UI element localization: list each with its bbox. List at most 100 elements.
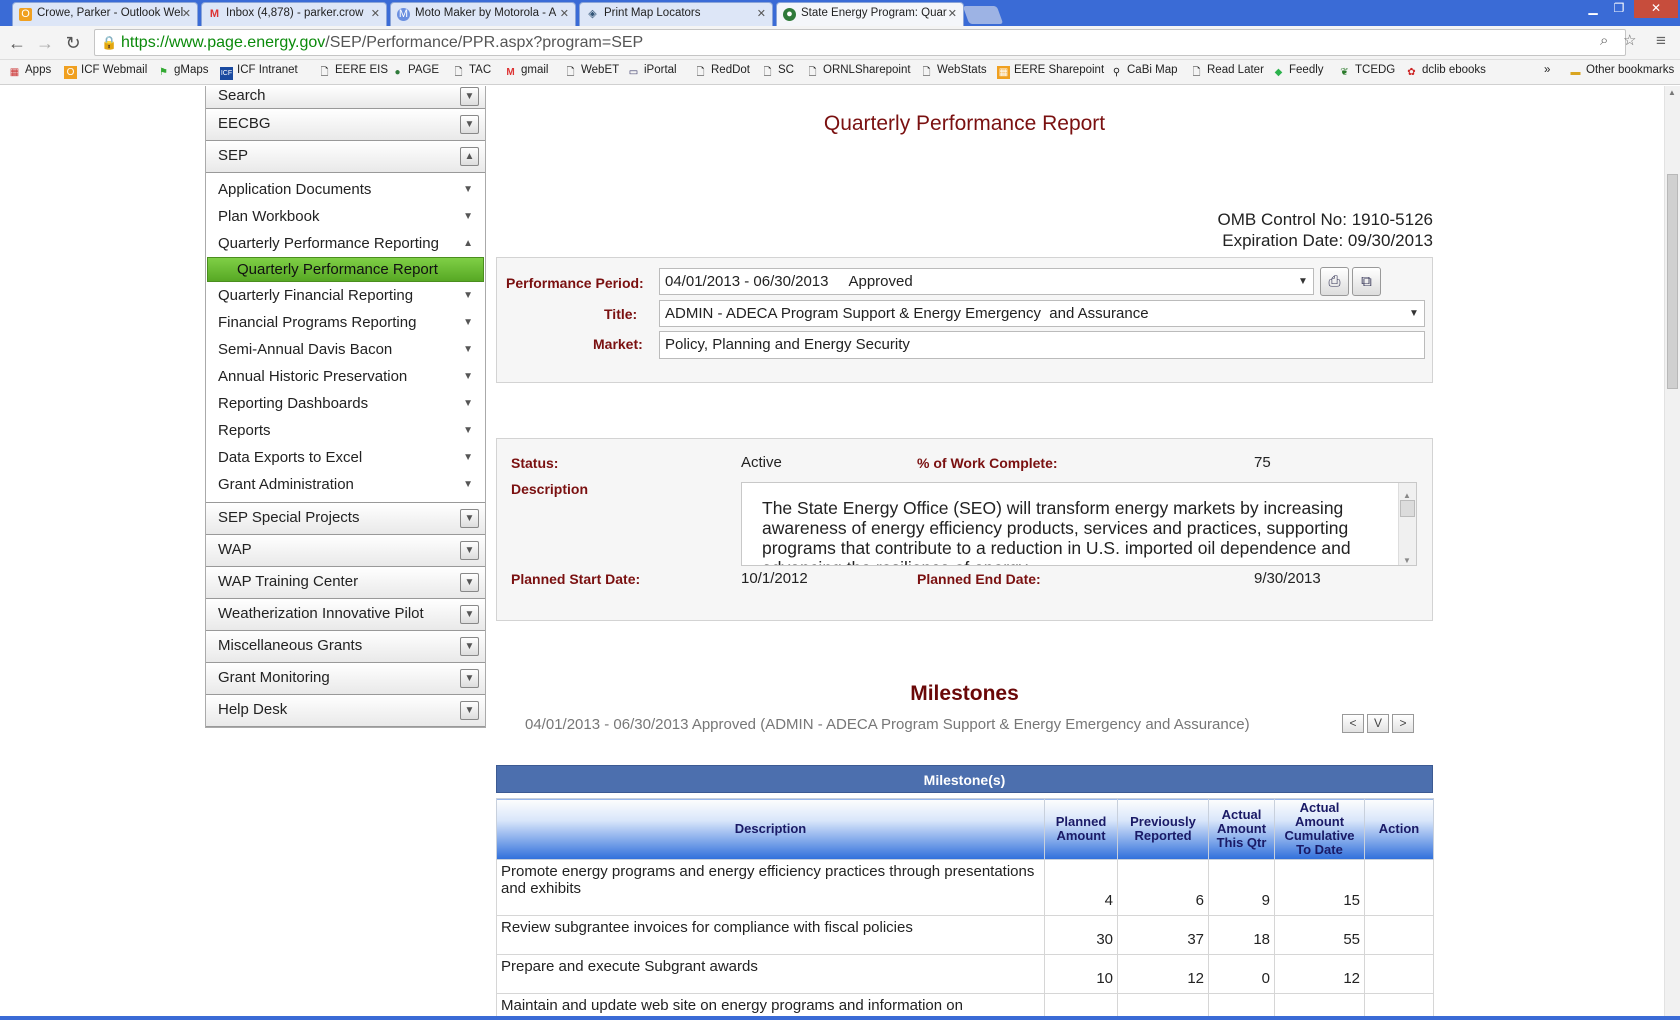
row-action[interactable] — [1364, 915, 1434, 955]
bookmark-apps[interactable]: ▦ Apps — [8, 64, 51, 79]
bookmark-reddot[interactable]: 🗋 RedDot — [694, 64, 750, 79]
sidebar-item-application-documents[interactable]: Application Documents ▼ — [206, 176, 485, 203]
browser-tab[interactable]: ◈ Print Map Locators ✕ — [579, 2, 773, 26]
column-header-previously-reported[interactable]: Previously Reported — [1117, 798, 1209, 860]
minimize-icon[interactable]: ▁ — [1580, 0, 1606, 18]
column-header-actual-cumulative[interactable]: Actual Amount Cumulative To Date — [1274, 798, 1365, 860]
chevron-down-icon[interactable]: ▼ — [460, 541, 479, 560]
chevron-down-icon[interactable]: ▼ — [460, 701, 479, 720]
row-action[interactable] — [1364, 954, 1434, 994]
bookmark-eere-sharepoint[interactable]: ▦ EERE Sharepoint — [997, 64, 1104, 79]
other-bookmarks[interactable]: ▬ Other bookmarks — [1569, 64, 1675, 79]
export-button[interactable]: ⧉ — [1352, 267, 1381, 296]
column-header-actual-this-qtr[interactable]: Actual Amount This Qtr — [1208, 798, 1275, 860]
new-tab-button[interactable] — [962, 6, 1004, 24]
sidebar-section-grant-monitoring[interactable]: Grant Monitoring ▼ — [206, 663, 485, 695]
close-window-icon[interactable]: ✕ — [1634, 0, 1678, 18]
sidebar-item-financial-programs-reporting[interactable]: Financial Programs Reporting ▼ — [206, 309, 485, 336]
chevron-down-icon[interactable]: ▼ — [460, 669, 479, 688]
browser-tab[interactable]: O Crowe, Parker - Outlook Wel ✕ — [12, 2, 198, 26]
menu-icon[interactable]: ≡ — [1656, 31, 1666, 51]
zoom-icon[interactable]: ⌕ — [1600, 32, 1608, 49]
bookmark-eere-eis[interactable]: 🗋 EERE EIS — [318, 64, 388, 79]
bookmark-dclib-ebooks[interactable]: ✿ dclib ebooks — [1405, 64, 1486, 79]
chevron-down-icon[interactable]: ▼ — [460, 573, 479, 592]
address-bar[interactable]: 🔒 https://www.page.energy.gov/SEP/Perform… — [94, 29, 1626, 56]
bookmarks-overflow-button[interactable]: » — [1544, 64, 1550, 76]
bookmark-icf-webmail[interactable]: O ICF Webmail — [64, 64, 147, 79]
column-header-planned-amount[interactable]: Planned Amount — [1044, 798, 1118, 860]
chevron-down-icon[interactable]: ▼ — [460, 115, 479, 134]
bookmark-iportal[interactable]: ▭ iPortal — [627, 64, 677, 79]
bookmark-read-later[interactable]: 🗋 Read Later — [1190, 64, 1263, 79]
browser-tab-active[interactable]: ● State Energy Program: Quar ✕ — [776, 2, 964, 26]
close-tab-icon[interactable]: ✕ — [371, 7, 380, 20]
chevron-down-icon[interactable]: ▼ — [460, 509, 479, 528]
scroll-up-icon[interactable]: ▲ — [1668, 88, 1676, 97]
sidebar-section-sep[interactable]: SEP ▲ — [206, 141, 485, 173]
sidebar-item-data-exports-to-excel[interactable]: Data Exports to Excel ▼ — [206, 444, 485, 471]
chevron-up-icon[interactable]: ▲ — [460, 147, 479, 166]
close-tab-icon[interactable]: ✕ — [757, 7, 766, 20]
description-scrollbar[interactable]: ▲ ▼ — [1398, 483, 1416, 565]
column-header-description[interactable]: Description — [496, 798, 1045, 860]
browser-tab[interactable]: M Inbox (4,878) - parker.crow ✕ — [201, 2, 387, 26]
close-tab-icon[interactable]: ✕ — [182, 7, 191, 20]
performance-period-select[interactable]: 04/01/2013 - 06/30/2013 Approved ▼ — [659, 268, 1314, 295]
sidebar-section-search[interactable]: Search ▼ — [206, 86, 485, 109]
sidebar-item-reports[interactable]: Reports ▼ — [206, 417, 485, 444]
forward-icon[interactable]: → — [34, 32, 56, 54]
sidebar-section-help-desk[interactable]: Help Desk ▼ — [206, 695, 485, 727]
sidebar-item-quarterly-financial-reporting[interactable]: Quarterly Financial Reporting ▼ — [206, 282, 485, 309]
page-scrollbar[interactable]: ▲ — [1664, 86, 1680, 1020]
bookmark-cabi-map[interactable]: ⚲ CaBi Map — [1110, 64, 1178, 79]
previous-button[interactable]: < — [1342, 714, 1364, 733]
print-button[interactable]: ⎙ — [1320, 267, 1349, 296]
chevron-down-icon[interactable]: ▼ — [460, 87, 479, 106]
bookmark-feedly[interactable]: ◆ Feedly — [1272, 64, 1324, 79]
close-tab-icon[interactable]: ✕ — [948, 7, 957, 20]
scroll-down-icon[interactable]: ▼ — [1403, 551, 1411, 565]
bookmark-sc[interactable]: 🗋 SC — [761, 64, 794, 79]
sidebar-section-miscellaneous-grants[interactable]: Miscellaneous Grants ▼ — [206, 631, 485, 663]
bookmark-gmail[interactable]: Mgmail — [504, 64, 548, 79]
sidebar-section-wap-training-center[interactable]: WAP Training Center ▼ — [206, 567, 485, 599]
close-tab-icon[interactable]: ✕ — [560, 7, 569, 20]
bookmark-tac[interactable]: 🗋 TAC — [452, 64, 491, 79]
sidebar-item-annual-historic-preservation[interactable]: Annual Historic Preservation ▼ — [206, 363, 485, 390]
previously-reported: 6 — [1117, 859, 1209, 916]
scroll-thumb[interactable] — [1667, 174, 1678, 389]
bookmark-icf-intranet[interactable]: ICF ICF Intranet — [220, 64, 298, 80]
sidebar-section-wap[interactable]: WAP ▼ — [206, 535, 485, 567]
bookmark-gmaps[interactable]: ⚑ gMaps — [157, 64, 209, 79]
expand-button[interactable]: V — [1367, 714, 1389, 733]
market-field[interactable]: Policy, Planning and Energy Security — [659, 331, 1425, 359]
title-select[interactable]: ADMIN - ADECA Program Support & Energy E… — [659, 300, 1425, 327]
description-textarea[interactable]: The State Energy Office (SEO) will trans… — [741, 482, 1417, 566]
sidebar-item-reporting-dashboards[interactable]: Reporting Dashboards ▼ — [206, 390, 485, 417]
restore-icon[interactable]: ❐ — [1606, 0, 1632, 18]
row-action[interactable] — [1364, 859, 1434, 916]
bookmark-webet[interactable]: 🗋 WebET — [564, 64, 619, 79]
bookmark-page[interactable]: ● PAGE — [391, 64, 439, 79]
chevron-down-icon[interactable]: ▼ — [460, 637, 479, 656]
sidebar-item-plan-workbook[interactable]: Plan Workbook ▼ — [206, 203, 485, 230]
bookmark-star-icon[interactable]: ☆ — [1623, 31, 1636, 49]
portal-icon: ▭ — [628, 67, 639, 78]
sidebar-section-weatherization-innovative-pilot[interactable]: Weatherization Innovative Pilot ▼ — [206, 599, 485, 631]
sidebar-item-quarterly-performance-reporting[interactable]: Quarterly Performance Reporting ▲ — [206, 230, 485, 257]
reload-icon[interactable]: ↻ — [62, 32, 84, 54]
sidebar-item-semi-annual-davis-bacon[interactable]: Semi-Annual Davis Bacon ▼ — [206, 336, 485, 363]
scroll-thumb[interactable] — [1400, 500, 1415, 517]
bookmark-ornlsharepoint[interactable]: 🗋 ORNLSharepoint — [806, 64, 910, 79]
chevron-down-icon[interactable]: ▼ — [460, 605, 479, 624]
sidebar-section-sep-special-projects[interactable]: SEP Special Projects ▼ — [206, 503, 485, 535]
next-button[interactable]: > — [1392, 714, 1414, 733]
bookmark-tcedg[interactable]: ❦ TCEDG — [1338, 64, 1395, 79]
back-icon[interactable]: ← — [6, 32, 28, 54]
sidebar-item-grant-administration[interactable]: Grant Administration ▼ — [206, 471, 485, 498]
sidebar-section-eecbg[interactable]: EECBG ▼ — [206, 109, 485, 141]
browser-tab[interactable]: M Moto Maker by Motorola - A ✕ — [390, 2, 576, 26]
bookmark-webstats[interactable]: 🗋 WebStats — [920, 64, 986, 79]
sidebar-item-quarterly-performance-report[interactable]: Quarterly Performance Report — [207, 257, 484, 282]
